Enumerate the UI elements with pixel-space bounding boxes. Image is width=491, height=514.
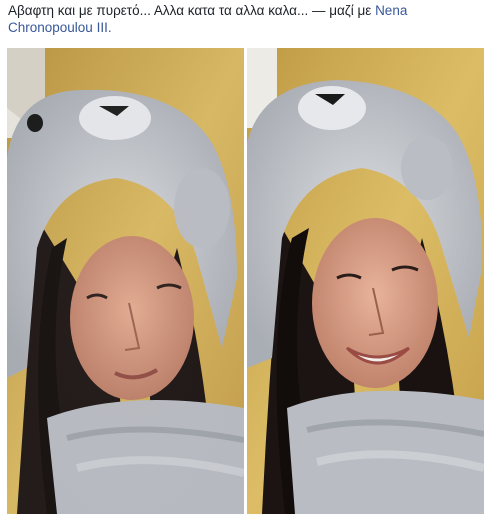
post-text: Αβαφτη και με πυρετό... Αλλα κατα τα αλλ… (8, 2, 478, 36)
photo-2[interactable] (247, 48, 484, 514)
post-caption: Αβαφτη και με πυρετό... Αλλα κατα τα αλλ… (8, 3, 309, 18)
with-label: μαζί με (329, 3, 376, 18)
post-separator: — (308, 3, 330, 18)
photo-2-image (247, 48, 484, 514)
photo-1-image (7, 48, 244, 514)
photo-grid (7, 48, 484, 514)
photo-1[interactable] (7, 48, 244, 514)
